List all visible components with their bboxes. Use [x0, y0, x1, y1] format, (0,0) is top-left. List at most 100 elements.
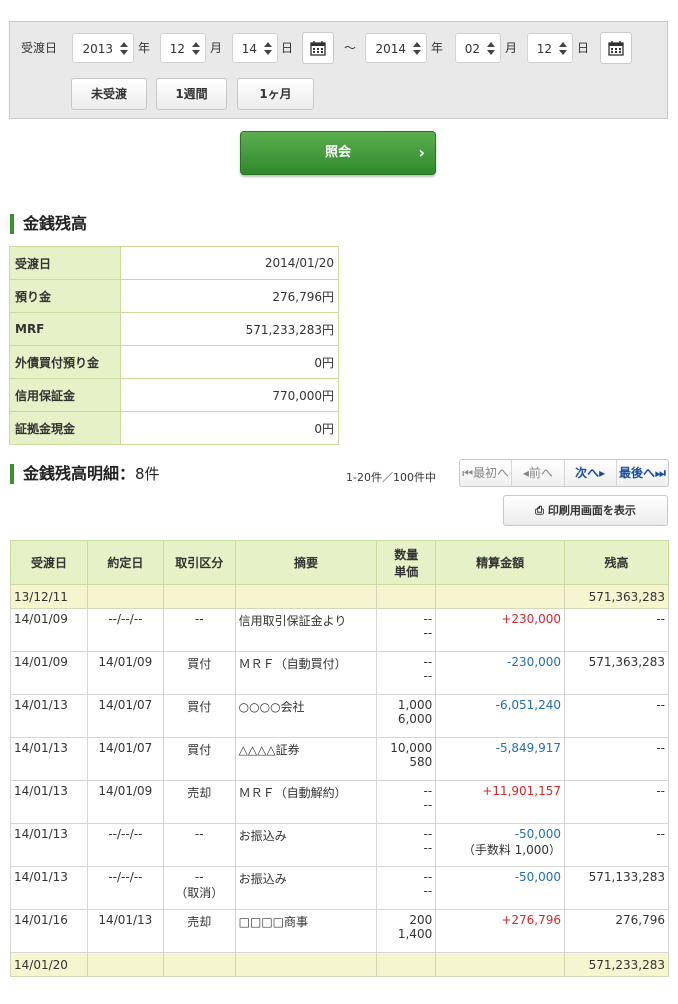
row-date: 14/01/16 — [10, 909, 88, 953]
row-summary: △△△△証券 — [234, 737, 378, 781]
detail-count: 8件 — [135, 465, 160, 483]
table-row: 14/01/13 14/01/09 売却 ＭＲＦ（自動解約） -- -- +11,901,1… — [10, 780, 669, 824]
search-button-label: 照会 — [324, 145, 351, 160]
row-qty-price: -- -- — [376, 866, 437, 910]
year-unit-label: 年 — [138, 41, 151, 55]
row-balance: -- — [564, 823, 669, 867]
balance-table: 受渡日 2014/01/20 預り金 276,796円 MRF 571,233,283円外… — [9, 246, 339, 445]
row-qty-price: -- -- — [376, 651, 437, 695]
next-page-button[interactable]: 次へ▸ — [565, 460, 617, 486]
last-page-button[interactable]: 最後へ⏭ — [617, 460, 668, 486]
one-week-button[interactable]: 1週間 — [156, 78, 227, 110]
spinner-icon — [487, 39, 495, 57]
balance-value: 276,796円 — [120, 279, 339, 313]
row-amount: -230,000 — [435, 651, 566, 695]
row-balance: 571,363,283 — [564, 651, 669, 695]
table-row: 14/01/16 14/01/13 売却 □□□□商事 200 1,400 +276,796… — [10, 909, 669, 953]
row-amount: -6,051,240 — [435, 694, 566, 738]
col-qty-price: 数量 単価 — [376, 540, 437, 585]
month-unit-label: 月 — [505, 41, 518, 55]
col-summary: 摘要 — [234, 540, 378, 585]
row-trade-date: 14/01/09 — [86, 651, 164, 695]
col-type: 取引区分 — [162, 540, 236, 585]
year-unit-label: 年 — [431, 41, 444, 55]
row-date: 14/01/13 — [10, 866, 88, 910]
first-page-button[interactable]: ⏮最初へ — [460, 460, 513, 486]
row-amount: +276,796 — [435, 909, 566, 953]
row-trade-date: --/--/-- — [86, 866, 164, 910]
row-balance: -- — [564, 694, 669, 738]
balance-label: 信用保証金 — [9, 378, 121, 412]
row-date: 14/01/13 — [10, 780, 88, 824]
spinner-icon — [559, 39, 567, 57]
printer-icon: ⎙ — [535, 504, 544, 517]
first-page-icon: ⏮ — [462, 466, 474, 480]
row-trade-date: 14/01/07 — [86, 694, 164, 738]
spinner-icon — [120, 39, 128, 57]
prev-page-button[interactable]: ◂前へ — [512, 460, 565, 486]
row-date: 14/01/13 — [10, 737, 88, 781]
spinner-icon — [264, 39, 272, 57]
table-row: 14/01/13 --/--/-- -- （取消） お振込み -- -- -50,000 571… — [10, 866, 669, 910]
result-range: 1-20件／100件中 — [346, 471, 436, 484]
row-balance: -- — [564, 737, 669, 781]
row-date: 14/01/09 — [10, 608, 88, 652]
balance-label: 受渡日 — [9, 246, 121, 280]
row-qty-price: 200 1,400 — [376, 909, 437, 953]
table-row: 14/01/13 14/01/07 買付 △△△△証券 10,000 580 -5,849,… — [10, 737, 669, 781]
row-type: 買付 — [162, 737, 236, 781]
balance-value: 770,000円 — [120, 378, 339, 412]
unsettled-button[interactable]: 未受渡 — [71, 78, 147, 110]
row-type: 売却 — [162, 780, 236, 824]
detail-title: 金銭残高明細： — [23, 464, 136, 483]
col-balance: 残高 — [564, 540, 669, 585]
from-month-select[interactable]: 12 — [160, 33, 206, 63]
to-month-select[interactable]: 02 — [455, 33, 501, 63]
balance-label: 預り金 — [9, 279, 121, 313]
to-calendar-button[interactable] — [600, 32, 632, 64]
balance-label: 証拠金現金 — [9, 411, 121, 445]
from-year-select[interactable]: 2013 — [72, 33, 134, 63]
row-summary: 信用取引保証金より — [234, 608, 378, 652]
detail-header-row: 受渡日 約定日 取引区分 摘要 数量 単価 精算金額 残高 — [10, 540, 669, 585]
day-unit-label: 日 — [577, 41, 590, 55]
row-trade-date: 14/01/07 — [86, 737, 164, 781]
row-date: 14/01/13 — [10, 694, 88, 738]
filter-label: 受渡日 — [21, 41, 58, 55]
row-summary: ＭＲＦ（自動解約） — [234, 780, 378, 824]
row-balance: -- — [564, 780, 669, 824]
row-amount: +11,901,157 — [435, 780, 566, 824]
col-date: 受渡日 — [10, 540, 88, 585]
to-year-select[interactable]: 2014 — [365, 33, 427, 63]
row-summary: □□□□商事 — [234, 909, 378, 953]
row-amount: -5,849,917 — [435, 737, 566, 781]
row-type: -- （取消） — [162, 866, 236, 910]
row-balance: -- — [564, 608, 669, 652]
row-amount: +230,000 — [435, 608, 566, 652]
to-day-select[interactable]: 12 — [527, 33, 573, 63]
balance-row: 証拠金現金 0円 — [9, 411, 339, 445]
balance-row: 信用保証金 770,000円 — [9, 378, 339, 412]
spinner-icon — [413, 39, 421, 57]
row-amount: -50,000 （手数料 1,000） — [435, 823, 566, 867]
row-summary: お振込み — [234, 866, 378, 910]
row-amount: -50,000 — [435, 866, 566, 910]
from-calendar-button[interactable] — [302, 32, 334, 64]
calendar-icon — [310, 41, 326, 56]
row-trade-date: 14/01/09 — [86, 780, 164, 824]
row-date: 14/01/20 — [10, 952, 88, 977]
pagination: ⏮最初へ ◂前へ 次へ▸ 最後へ⏭ — [459, 459, 669, 487]
row-type: 買付 — [162, 651, 236, 695]
balance-label: 外債買付預り金 — [9, 345, 121, 379]
closing-row: 14/01/20 571,233,283 — [10, 952, 669, 977]
from-day-select[interactable]: 14 — [232, 33, 278, 63]
calendar-icon — [608, 41, 624, 56]
one-month-button[interactable]: 1ヶ月 — [237, 78, 314, 110]
row-trade-date: --/--/-- — [86, 608, 164, 652]
search-button[interactable]: 照会 › — [240, 131, 436, 175]
detail-table: 受渡日 約定日 取引区分 摘要 数量 単価 精算金額 残高 13/12/11 571… — [10, 540, 669, 977]
next-icon: ▸ — [599, 466, 606, 480]
range-tilde: ～ — [344, 41, 357, 55]
print-view-button[interactable]: ⎙ 印刷用画面を表示 — [503, 495, 668, 526]
row-balance: 571,133,283 — [564, 866, 669, 910]
